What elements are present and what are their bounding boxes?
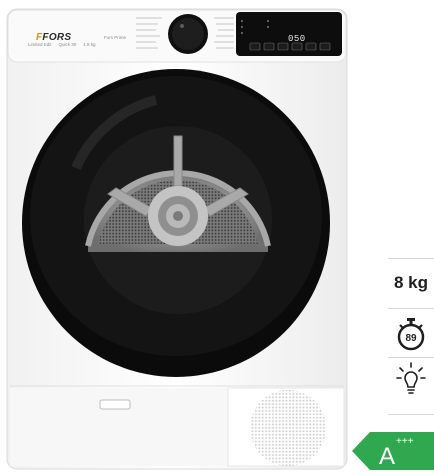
program-time-value: 89 xyxy=(405,333,417,344)
air-vent-grille xyxy=(250,390,326,466)
spec-divider xyxy=(388,414,434,415)
dryer-appliance: FFORS Fors Prime Limited Edit Quick 30 1… xyxy=(6,8,348,470)
light-bulb-icon xyxy=(396,362,426,394)
energy-class-label: A+++ xyxy=(379,436,414,470)
spec-divider xyxy=(388,258,434,259)
program-label-row: Limited Edit Quick 30 1.8 kg xyxy=(28,42,136,64)
program-label: Quick 30 xyxy=(58,42,77,47)
model-label: Fors Prime xyxy=(104,35,127,40)
spec-divider xyxy=(388,357,434,358)
stopwatch-icon: 89 xyxy=(397,318,425,351)
spec-divider xyxy=(388,308,434,309)
program-label: Limited Edit xyxy=(28,42,52,47)
dryer-illustration xyxy=(6,8,348,470)
program-label: 1.8 kg xyxy=(83,42,96,47)
display-readout: 050 xyxy=(288,34,306,44)
filter-hatch-handle[interactable] xyxy=(99,399,131,410)
capacity-label: 8 kg xyxy=(393,273,429,292)
